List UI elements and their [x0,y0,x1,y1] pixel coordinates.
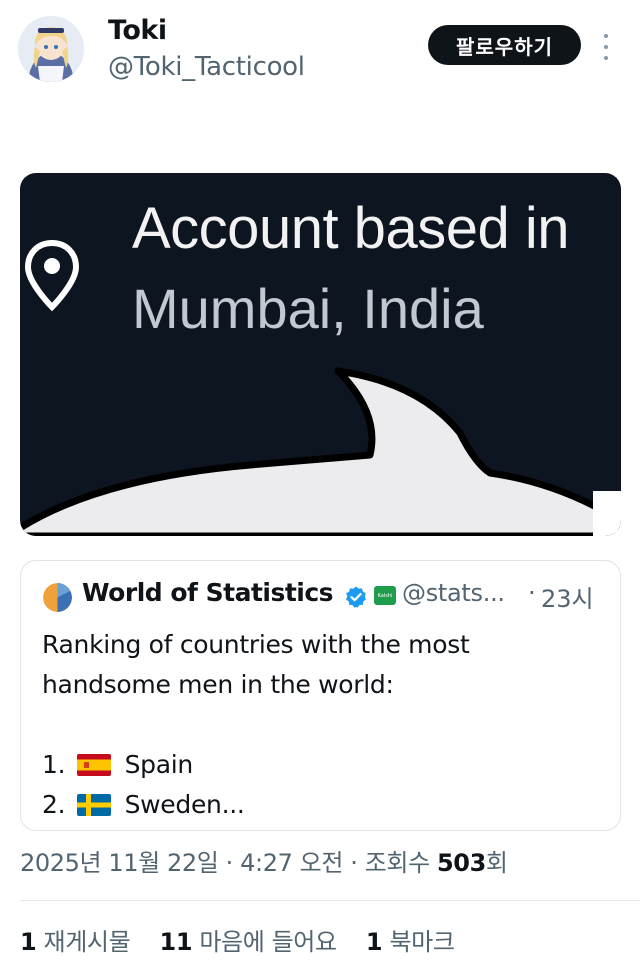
tweet-meta: 2025년 11월 22일 · 4:27 오전 · 조회수 503회 [20,843,508,878]
view-suffix: 회 [485,849,508,877]
dot [604,56,608,60]
reposts-stat[interactable]: 1 재게시물 [20,928,131,956]
author-handle[interactable]: @Toki_Tacticool [108,50,305,84]
dot [604,34,608,38]
list-item: 2. Sweden... [42,785,469,825]
verified-badge-icon [346,586,366,608]
affiliate-badge-icon: Kalshi [374,586,396,605]
likes-label: 마음에 들어요 [199,928,337,956]
quoted-timestamp[interactable]: 23시 [541,579,594,614]
list-number: 2. [42,790,66,819]
quoted-avatar[interactable] [43,583,72,612]
text-line: handsome men in the world: [42,670,394,699]
tweet-media-image[interactable]: Account based in Mumbai, India [20,173,621,536]
quoted-author-handle[interactable]: @stats... [402,579,505,607]
bookmarks-stat[interactable]: 1 북마크 [366,928,455,956]
reposts-count: 1 [20,928,37,956]
engagement-stats: 1 재게시물 11 마음에 들어요 1 북마크 [20,922,477,957]
follow-button[interactable]: 팔로우하기 [428,25,581,65]
quoted-author-name[interactable]: World of Statistics [82,578,334,607]
spain-flag-icon [76,754,111,776]
country-name: Sweden... [124,790,245,819]
more-options-icon[interactable] [596,30,616,64]
author-avatar[interactable] [18,16,84,82]
dot [604,45,608,49]
author-info[interactable]: Toki @Toki_Tacticool [108,14,305,84]
list-number: 1. [42,750,66,779]
text-line: Ranking of countries with the most [42,630,470,659]
anime-avatar-image [18,16,84,82]
likes-count: 11 [159,928,193,956]
view-count: 503 [436,849,486,877]
country-name: Spain [124,750,194,779]
likes-stat[interactable]: 11 마음에 들어요 [159,928,338,956]
dot-separator: · [528,579,536,607]
tweet-datetime[interactable]: 2025년 11월 22일 · 4:27 오전 · 조회수 [20,849,437,877]
quoted-tweet-text: Ranking of countries with the most hands… [42,625,470,825]
reposts-label: 재게시물 [43,928,131,956]
media-text-line1: Account based in [132,196,569,261]
author-name[interactable]: Toki [108,14,305,48]
bookmarks-count: 1 [365,928,383,956]
bookmarks-label: 북마크 [389,928,455,956]
sweden-flag-icon [76,794,111,816]
divider [20,900,640,901]
media-text-line2: Mumbai, India [132,277,484,340]
list-item: 1. Spain [42,745,469,785]
location-pin-icon [24,239,80,312]
globe-chart-icon [43,583,72,612]
quoted-tweet[interactable]: World of Statistics Kalshi @stats... · 2… [20,560,621,831]
